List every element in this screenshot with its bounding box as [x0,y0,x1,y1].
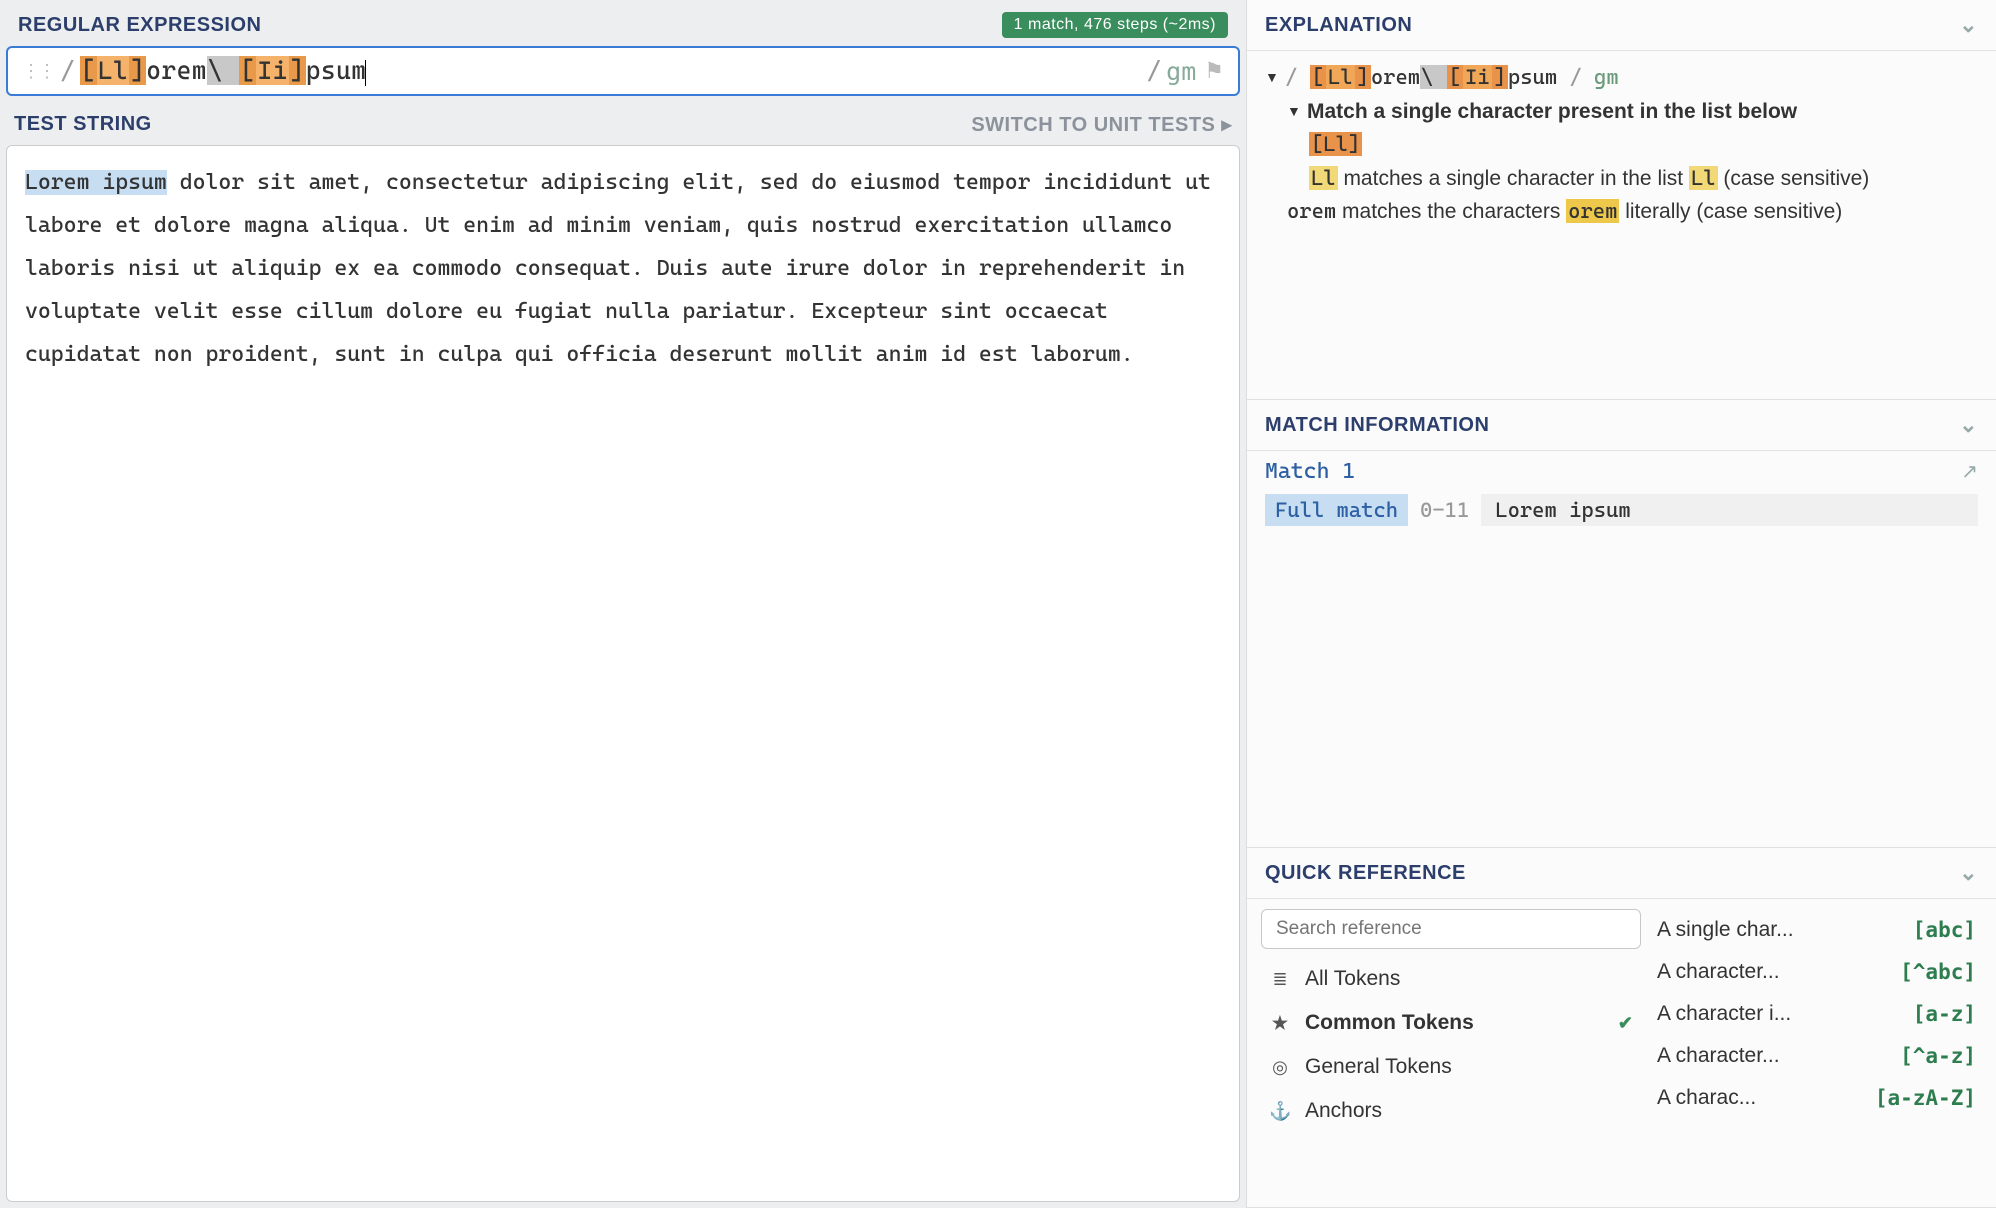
quick-ref-category[interactable]: ≣ All Tokens [1261,957,1641,1001]
quick-ref-category[interactable]: ◎ General Tokens [1261,1045,1641,1089]
category-label: Common Tokens [1305,1011,1474,1035]
chevron-right-icon: ▸ [1221,114,1232,136]
quick-ref-desc: A charac... [1657,1086,1756,1110]
export-icon[interactable]: ↗ [1961,459,1978,484]
full-match-row: Full match 0-11 Lorem ipsum [1265,494,1978,526]
category-icon: ◎ [1269,1057,1291,1078]
explanation-title: EXPLANATION [1265,14,1412,37]
quick-ref-categories: ≣ All Tokens ★ Common Tokens ✔ ◎ General Token… [1261,909,1641,1207]
quick-ref-body: ≣ All Tokens ★ Common Tokens ✔ ◎ General Token… [1247,899,1996,1207]
quick-ref-item[interactable]: A character... [^a-z] [1651,1035,1982,1077]
left-column: REGULAR EXPRESSION 1 match, 476 steps (~… [0,0,1246,1208]
caret-down-icon[interactable]: ▼ [1287,100,1303,122]
regex-content[interactable]: [Ll]orem\ [Ii]psum [76,56,1147,86]
match-highlight: Lorem ipsum [25,170,167,195]
explanation-line-ll: Ll matches a single character in the lis… [1309,162,1978,196]
explanation-child: ▼ Match a single character present in th… [1287,95,1978,229]
chevron-down-icon[interactable]: ⌄ [1959,412,1978,438]
app-root: REGULAR EXPRESSION 1 match, 476 steps (~… [0,0,1996,1208]
quick-ref-category[interactable]: ⚓ Anchors [1261,1089,1641,1133]
quick-ref-item[interactable]: A charac... [a-zA-Z] [1651,1077,1982,1119]
quick-ref-desc: A character... [1657,1044,1780,1068]
regex-flags[interactable]: gm [1166,57,1196,86]
test-string-input[interactable]: Lorem ipsum dolor sit amet, consectetur … [6,145,1240,1202]
quick-ref-desc: A character i... [1657,1002,1791,1026]
test-title: TEST STRING [14,113,152,136]
quick-ref-token: [a-zA-Z] [1875,1086,1976,1110]
quick-ref-category[interactable]: ★ Common Tokens ✔ [1261,1001,1641,1045]
search-input[interactable] [1261,909,1641,949]
quick-ref-item[interactable]: A character i... [a-z] [1651,993,1982,1035]
category-label: All Tokens [1305,967,1400,991]
category-icon: ≣ [1269,969,1291,990]
chevron-down-icon[interactable]: ⌄ [1959,12,1978,38]
quick-ref-desc: A single char... [1657,918,1794,942]
full-match-range: 0-11 [1408,494,1481,526]
quick-reference-panel: QUICK REFERENCE ⌄ ≣ All Tokens ★ Common Tok… [1247,848,1996,1208]
explanation-root-row[interactable]: ▼ / [Ll]orem\ [Ii]psum / gm [1265,61,1978,95]
quick-ref-header[interactable]: QUICK REFERENCE ⌄ [1247,848,1996,899]
quick-ref-token: [^a-z] [1900,1044,1976,1068]
regex-open-delimiter: / [60,56,76,86]
test-rest: dolor sit amet, consectetur adipiscing e… [25,170,1224,367]
flag-icon[interactable]: ⚑ [1204,58,1224,84]
quick-ref-title: QUICK REFERENCE [1265,862,1466,885]
explanation-node-title: Match a single character present in the … [1307,95,1797,129]
regex-input[interactable]: ⋮⋮ / [Ll]orem\ [Ii]psum / gm ⚑ [6,46,1240,96]
match-info-header[interactable]: MATCH INFORMATION ⌄ [1247,400,1996,451]
category-label: General Tokens [1305,1055,1452,1079]
explanation-root-regex: / [Ll]orem\ [Ii]psum / gm [1285,61,1619,95]
match-info-title: MATCH INFORMATION [1265,414,1489,437]
regex-close-delimiter: / [1147,56,1163,86]
match-count-badge[interactable]: 1 match, 476 steps (~2ms) [1002,12,1228,38]
full-match-text: Lorem ipsum [1481,494,1978,526]
category-icon: ★ [1269,1013,1291,1034]
match-label-row: Match 1 ↗ [1265,459,1978,484]
quick-ref-token: [^abc] [1900,960,1976,984]
caret-down-icon[interactable]: ▼ [1265,66,1281,88]
match-label[interactable]: Match 1 [1265,459,1355,484]
explanation-node-token-row: [Ll] [1309,128,1978,162]
quick-ref-item[interactable]: A single char... [abc] [1651,909,1982,951]
explanation-node-token: [Ll] [1309,132,1362,156]
regex-header: REGULAR EXPRESSION 1 match, 476 steps (~… [6,6,1240,44]
chevron-down-icon[interactable]: ⌄ [1959,860,1978,886]
explanation-body: ▼ / [Ll]orem\ [Ii]psum / gm ▼ Match a si… [1247,51,1996,239]
quick-ref-items: A single char... [abc] A character... [^abc… [1651,909,1982,1207]
category-icon: ⚓ [1269,1101,1291,1122]
check-icon: ✔ [1618,1013,1633,1034]
right-column: EXPLANATION ⌄ ▼ / [Ll]orem\ [Ii]psum / g… [1246,0,1996,1208]
switch-unit-tests-button[interactable]: SWITCH TO UNIT TESTS ▸ [971,112,1232,137]
explanation-node-header[interactable]: ▼ Match a single character present in th… [1287,95,1978,129]
quick-ref-item[interactable]: A character... [^abc] [1651,951,1982,993]
match-info-body: Match 1 ↗ Full match 0-11 Lorem ipsum [1247,451,1996,566]
drag-handle-icon[interactable]: ⋮⋮ [22,61,54,82]
full-match-badge: Full match [1265,494,1408,526]
category-label: Anchors [1305,1099,1382,1123]
quick-ref-desc: A character... [1657,960,1780,984]
explanation-header[interactable]: EXPLANATION ⌄ [1247,0,1996,51]
regex-title: REGULAR EXPRESSION [18,14,261,37]
explanation-line-orem: orem matches the characters orem literal… [1287,195,1978,229]
quick-ref-token: [abc] [1913,918,1976,942]
test-header: TEST STRING SWITCH TO UNIT TESTS ▸ [6,112,1240,141]
explanation-panel: EXPLANATION ⌄ ▼ / [Ll]orem\ [Ii]psum / g… [1247,0,1996,400]
test-string-content[interactable]: Lorem ipsum dolor sit amet, consectetur … [25,162,1221,376]
quick-ref-token: [a-z] [1913,1002,1976,1026]
match-info-panel: MATCH INFORMATION ⌄ Match 1 ↗ Full match… [1247,400,1996,848]
